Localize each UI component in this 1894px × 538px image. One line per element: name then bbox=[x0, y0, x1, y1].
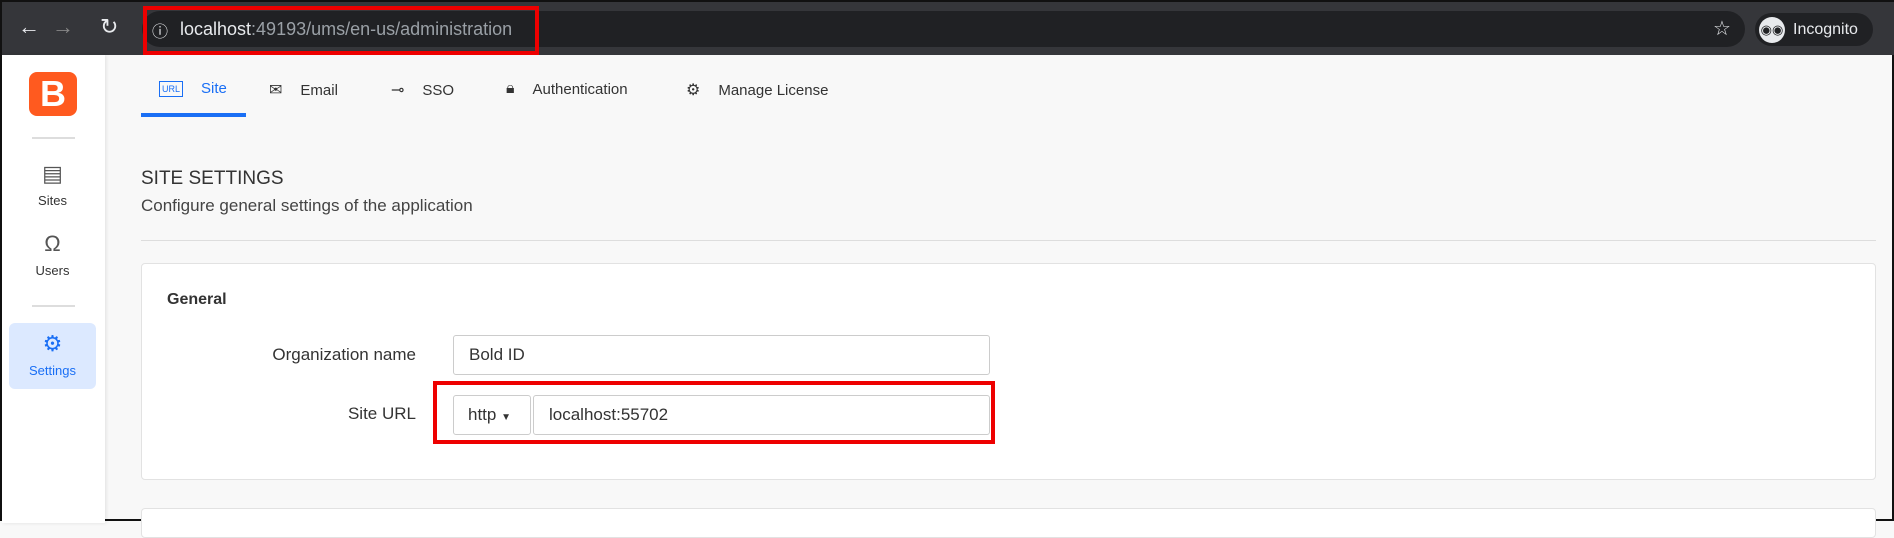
sidebar: B ▤ Sites Ω Users ⚙ Settings bbox=[2, 55, 105, 523]
license-gear-icon: ⚙ bbox=[686, 82, 701, 99]
page-title: SITE SETTINGS bbox=[141, 168, 284, 189]
org-name-label: Organization name bbox=[272, 345, 416, 364]
key-icon: ⊸ bbox=[391, 82, 405, 99]
tab-email[interactable]: ✉ Email bbox=[269, 80, 338, 100]
sidebar-item-label: Settings bbox=[29, 363, 76, 378]
sidebar-item-users[interactable]: Ω Users bbox=[9, 231, 96, 278]
highlight-box bbox=[143, 6, 539, 55]
forward-icon[interactable]: → bbox=[52, 16, 74, 38]
lock-icon: 🔒︎ bbox=[506, 80, 515, 97]
tab-sso[interactable]: ⊸ SSO bbox=[391, 80, 454, 100]
divider bbox=[32, 305, 75, 307]
incognito-label: Incognito bbox=[1793, 20, 1858, 38]
sidebar-item-label: Users bbox=[35, 263, 70, 278]
tab-authentication[interactable]: 🔒︎ Authentication bbox=[506, 80, 628, 98]
back-icon[interactable]: ← bbox=[18, 16, 40, 38]
envelope-icon: ✉ bbox=[269, 82, 283, 99]
page-subtitle: Configure general settings of the applic… bbox=[141, 196, 473, 215]
tab-manage-license[interactable]: ⚙ Manage License bbox=[686, 80, 828, 100]
divider bbox=[141, 240, 1876, 241]
star-icon[interactable]: ☆ bbox=[1713, 16, 1731, 41]
tab-label: SSO bbox=[422, 81, 455, 99]
incognito-badge[interactable]: ◉◉ Incognito bbox=[1755, 13, 1873, 46]
divider bbox=[32, 137, 75, 139]
general-card bbox=[141, 263, 1876, 480]
section-heading: General bbox=[167, 291, 227, 308]
sidebar-item-sites[interactable]: ▤ Sites bbox=[9, 161, 96, 208]
gear-icon: ⚙ bbox=[42, 331, 63, 356]
active-tab-indicator bbox=[141, 113, 246, 117]
tab-site[interactable]: URL Site bbox=[159, 80, 227, 97]
tab-label: Manage License bbox=[718, 81, 829, 99]
archive-icon: ▤ bbox=[42, 161, 63, 186]
sidebar-item-label: Sites bbox=[38, 193, 67, 208]
reload-icon[interactable]: ↻ bbox=[100, 16, 118, 38]
sidebar-item-settings[interactable]: ⚙ Settings bbox=[9, 323, 96, 389]
highlight-box bbox=[433, 381, 995, 444]
tab-label: Email bbox=[300, 81, 338, 99]
logo[interactable]: B bbox=[29, 72, 77, 116]
incognito-icon: ◉◉ bbox=[1759, 16, 1785, 43]
tab-label: Authentication bbox=[532, 80, 628, 98]
user-icon: Ω bbox=[44, 231, 61, 256]
next-card bbox=[141, 508, 1876, 538]
url-icon: URL bbox=[159, 80, 184, 97]
tab-label: Site bbox=[201, 80, 227, 97]
org-name-input[interactable]: Bold ID bbox=[453, 335, 990, 375]
site-url-label: Site URL bbox=[347, 404, 416, 423]
